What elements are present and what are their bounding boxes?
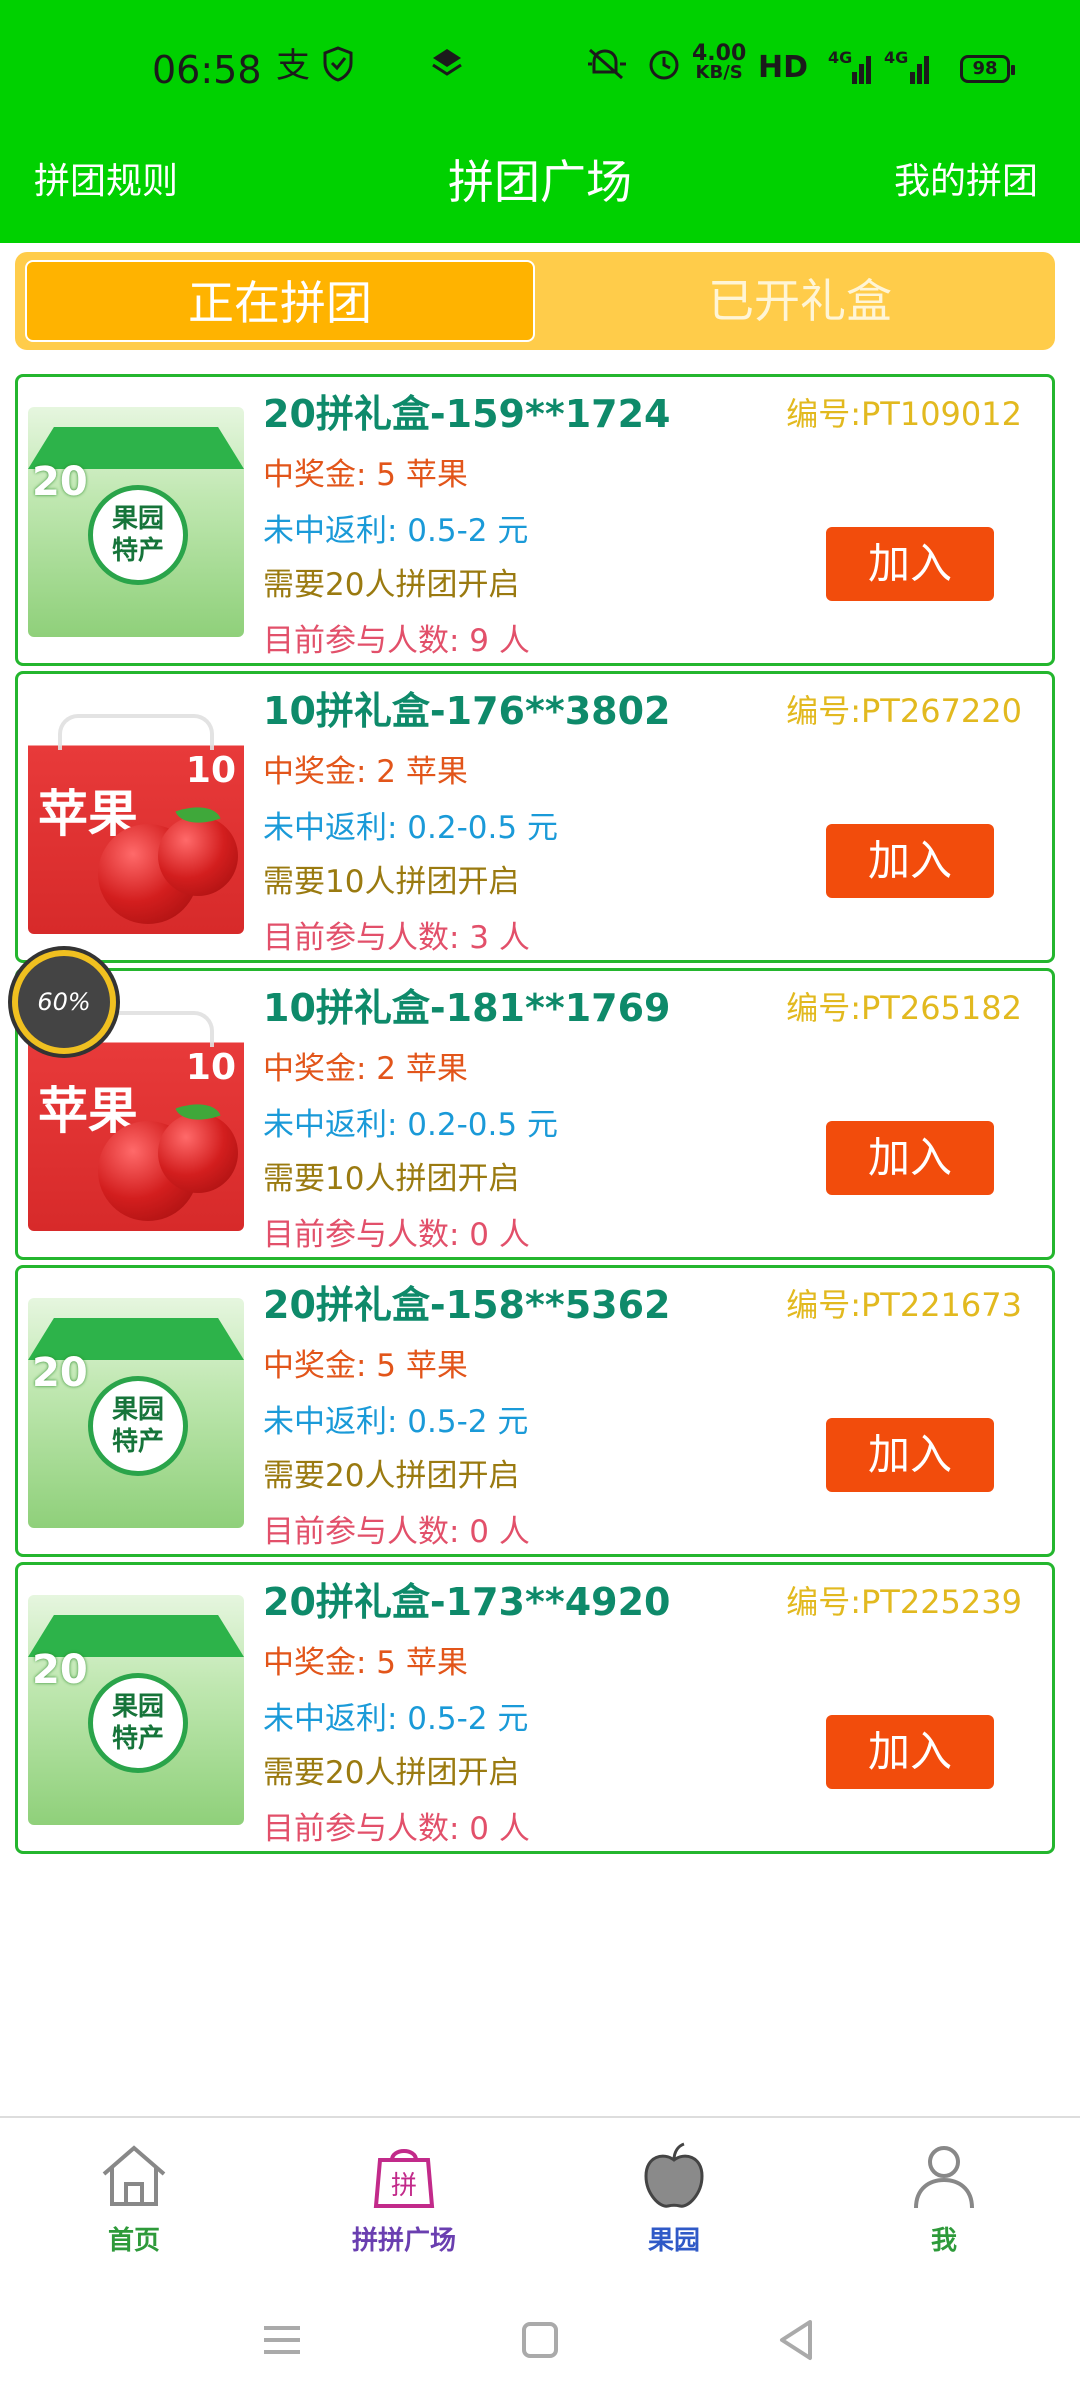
card-participants: 目前参与人数: 0 人 bbox=[263, 1217, 530, 1253]
group-rules-link[interactable]: 拼团规则 bbox=[34, 152, 178, 204]
svg-text:拼: 拼 bbox=[391, 2171, 417, 2201]
status-bar: 06:58 支 4.00 KB/S HD 4G 4G 98 bbox=[0, 30, 1080, 110]
card-rebate: 未中返利: 0.5-2 元 bbox=[263, 1701, 529, 1737]
box-number: 20 bbox=[32, 459, 88, 505]
box-number: 20 bbox=[32, 1350, 88, 1396]
box-number: 10 bbox=[185, 750, 236, 791]
shopping-bag-icon: 拼 bbox=[373, 2149, 435, 2208]
box-badge-line2: 特产 bbox=[111, 1427, 164, 1457]
tab-opened-boxes[interactable]: 已开礼盒 bbox=[545, 260, 1055, 342]
card-prize: 中奖金: 5 苹果 bbox=[263, 457, 468, 493]
join-button[interactable]: 加入 bbox=[826, 527, 994, 601]
back-icon[interactable] bbox=[766, 2310, 826, 2370]
card-prize: 中奖金: 5 苹果 bbox=[263, 1645, 468, 1681]
my-groups-link[interactable]: 我的拼团 bbox=[894, 152, 1038, 204]
status-time: 06:58 bbox=[152, 48, 262, 92]
card-prize: 中奖金: 2 苹果 bbox=[263, 754, 468, 790]
card-title: 10拼礼盒-181**1769 bbox=[263, 986, 671, 1030]
nav-home-label: 首页 bbox=[107, 2226, 160, 2256]
card-rebate: 未中返利: 0.5-2 元 bbox=[263, 513, 529, 549]
card-requirement: 需要10人拼团开启 bbox=[263, 1161, 520, 1197]
floating-progress-bubble[interactable]: 60% bbox=[12, 950, 116, 1054]
card-rebate: 未中返利: 0.2-0.5 元 bbox=[263, 1107, 558, 1143]
card-requirement: 需要20人拼团开启 bbox=[263, 1458, 520, 1494]
card-rebate: 未中返利: 0.5-2 元 bbox=[263, 1404, 529, 1440]
box-number: 10 bbox=[185, 1047, 236, 1088]
layers-icon bbox=[430, 46, 464, 89]
mute-icon bbox=[586, 46, 630, 91]
alarm-icon bbox=[646, 46, 682, 91]
apple-icon bbox=[644, 2142, 704, 2208]
card-participants: 目前参与人数: 0 人 bbox=[263, 1811, 530, 1847]
box-badge: 果园 特产 bbox=[88, 1673, 188, 1773]
network-speed: 4.00 KB/S bbox=[692, 41, 747, 83]
card-prize: 中奖金: 2 苹果 bbox=[263, 1051, 468, 1087]
group-card[interactable]: 20 果园 特产 20拼礼盒-158**5362 编号:PT221673 中奖金… bbox=[15, 1265, 1055, 1557]
tab-bar: 正在拼团 已开礼盒 bbox=[15, 252, 1055, 350]
card-participants: 目前参与人数: 0 人 bbox=[263, 1514, 530, 1550]
card-requirement: 需要10人拼团开启 bbox=[263, 864, 520, 900]
menu-icon[interactable] bbox=[252, 2310, 312, 2370]
alipay-icon: 支 bbox=[276, 46, 310, 86]
nav-me[interactable]: 我 bbox=[844, 2138, 1044, 2257]
box-badge-line2: 特产 bbox=[111, 1724, 164, 1754]
battery-icon: 98 bbox=[960, 55, 1015, 83]
card-rebate: 未中返利: 0.2-0.5 元 bbox=[263, 810, 558, 846]
box-badge-line2: 特产 bbox=[111, 536, 164, 566]
system-nav-bar bbox=[0, 2280, 1080, 2400]
orchard-gift-box-image: 20 果园 特产 bbox=[28, 1298, 244, 1528]
user-icon bbox=[914, 2146, 974, 2209]
tab-in-progress[interactable]: 正在拼团 bbox=[25, 260, 535, 342]
join-button[interactable]: 加入 bbox=[826, 1121, 994, 1195]
box-badge-line1: 果园 bbox=[111, 1692, 164, 1722]
card-title: 10拼礼盒-176**3802 bbox=[263, 689, 671, 733]
join-button[interactable]: 加入 bbox=[826, 824, 994, 898]
box-badge-line1: 果园 bbox=[111, 1395, 164, 1425]
signal-icon-2 bbox=[894, 52, 929, 84]
home-icon bbox=[102, 2145, 166, 2206]
join-button[interactable]: 加入 bbox=[826, 1715, 994, 1789]
nav-orchard-label: 果园 bbox=[647, 2226, 700, 2256]
card-id: 编号:PT109012 bbox=[786, 395, 1022, 433]
card-id: 编号:PT265182 bbox=[786, 989, 1022, 1027]
card-id: 编号:PT267220 bbox=[786, 692, 1022, 730]
card-id: 编号:PT225239 bbox=[786, 1583, 1022, 1621]
box-badge-line1: 果园 bbox=[111, 504, 164, 534]
card-participants: 目前参与人数: 3 人 bbox=[263, 920, 530, 956]
group-card[interactable]: 20 果园 特产 20拼礼盒-159**1724 编号:PT109012 中奖金… bbox=[15, 374, 1055, 666]
nav-me-label: 我 bbox=[930, 2226, 957, 2256]
home-square-icon[interactable] bbox=[510, 2310, 570, 2370]
apple-gift-box-image: 苹果 10 bbox=[28, 704, 244, 934]
hd-indicator: HD bbox=[758, 50, 809, 85]
bottom-nav: 首页 拼 拼拼广场 果园 我 bbox=[0, 2116, 1080, 2276]
box-badge: 果园 特产 bbox=[88, 485, 188, 585]
group-card[interactable]: 20 果园 特产 20拼礼盒-173**4920 编号:PT225239 中奖金… bbox=[15, 1562, 1055, 1854]
card-id: 编号:PT221673 bbox=[786, 1286, 1022, 1324]
orchard-gift-box-image: 20 果园 特产 bbox=[28, 407, 244, 637]
nav-orchard[interactable]: 果园 bbox=[574, 2138, 774, 2257]
card-requirement: 需要20人拼团开启 bbox=[263, 567, 520, 603]
nav-group-square-label: 拼拼广场 bbox=[351, 2226, 456, 2256]
nav-home[interactable]: 首页 bbox=[34, 2138, 234, 2257]
box-number: 20 bbox=[32, 1647, 88, 1693]
app-header: 06:58 支 4.00 KB/S HD 4G 4G 98 拼团规则 拼团广场 … bbox=[0, 0, 1080, 243]
progress-label: 60% bbox=[37, 988, 91, 1016]
card-title: 20拼礼盒-173**4920 bbox=[263, 1580, 671, 1624]
card-participants: 目前参与人数: 9 人 bbox=[263, 623, 530, 659]
card-title: 20拼礼盒-158**5362 bbox=[263, 1283, 671, 1327]
card-prize: 中奖金: 5 苹果 bbox=[263, 1348, 468, 1384]
card-title: 20拼礼盒-159**1724 bbox=[263, 392, 671, 436]
signal-icon bbox=[836, 52, 871, 84]
card-requirement: 需要20人拼团开启 bbox=[263, 1755, 520, 1791]
shield-icon bbox=[322, 46, 354, 91]
speed-unit: KB/S bbox=[695, 62, 743, 83]
speed-value: 4.00 bbox=[692, 41, 747, 66]
box-badge: 果园 特产 bbox=[88, 1376, 188, 1476]
group-card[interactable]: 苹果 10 10拼礼盒-176**3802 编号:PT267220 中奖金: 2… bbox=[15, 671, 1055, 963]
join-button[interactable]: 加入 bbox=[826, 1418, 994, 1492]
group-card[interactable]: 苹果 10 10拼礼盒-181**1769 编号:PT265182 中奖金: 2… bbox=[15, 968, 1055, 1260]
nav-group-square[interactable]: 拼 拼拼广场 bbox=[304, 2138, 504, 2257]
orchard-gift-box-image: 20 果园 特产 bbox=[28, 1595, 244, 1825]
